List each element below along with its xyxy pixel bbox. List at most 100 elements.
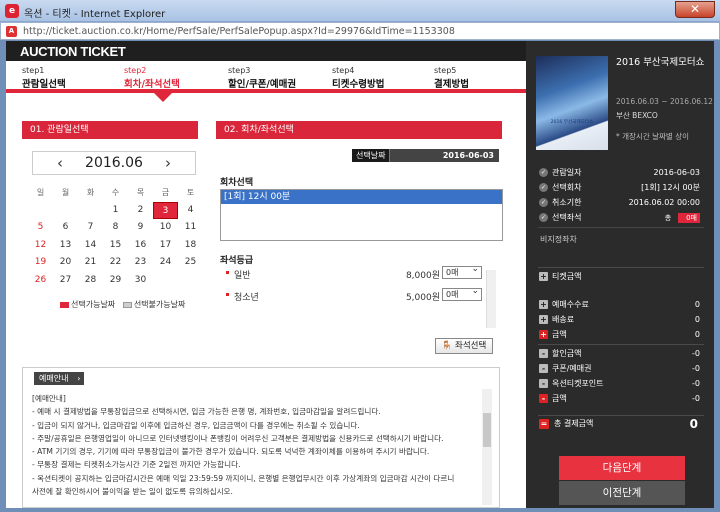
calendar-day[interactable]: 30 bbox=[128, 272, 153, 290]
price-row: + 티켓금액 bbox=[538, 270, 704, 283]
calendar-day[interactable]: 1 bbox=[103, 202, 128, 220]
calendar-day[interactable]: 14 bbox=[78, 237, 103, 255]
notice-tab[interactable]: 예매안내 bbox=[34, 372, 85, 385]
panel-round-header: 02. 회차/좌석선택 bbox=[216, 121, 502, 139]
calendar-month-nav: ‹ 2016.06 › bbox=[32, 151, 196, 175]
selected-date-bar: 선택날짜 2016-06-03 bbox=[352, 149, 499, 162]
calendar-day[interactable]: 23 bbox=[128, 254, 153, 272]
legend-unavailable: 선택불가능날짜 bbox=[133, 300, 186, 309]
step-number: step4 bbox=[332, 66, 355, 75]
step-5[interactable]: step5 결제방법 bbox=[434, 66, 469, 90]
calendar-day[interactable]: 20 bbox=[53, 254, 78, 272]
total-label: 총 결제금액 bbox=[554, 419, 594, 428]
check-circle-icon: ✓ bbox=[539, 183, 548, 192]
calendar-day[interactable]: 16 bbox=[128, 237, 153, 255]
address-bar[interactable]: A http://ticket.auction.co.kr/Home/PerfS… bbox=[0, 22, 720, 40]
grade-price: 8,000원 bbox=[405, 271, 440, 281]
step-number: step1 bbox=[22, 66, 45, 75]
weekday-label: 목 bbox=[136, 188, 145, 197]
calendar-day[interactable]: 13 bbox=[53, 237, 78, 255]
window-title: 옥션 - 티켓 - Internet Explorer bbox=[24, 9, 166, 20]
calendar-day[interactable]: 28 bbox=[78, 272, 103, 290]
round-listbox[interactable]: [1회] 12시 00분 bbox=[220, 189, 503, 241]
panel-date-header: 01. 관람일선택 bbox=[22, 121, 198, 139]
calendar-day[interactable]: 11 bbox=[178, 219, 203, 237]
round-select-title: 회차선택 bbox=[220, 178, 254, 188]
summary-row: ✓ 선택좌석 총 0매 bbox=[538, 211, 704, 224]
calendar-day[interactable]: 5 bbox=[28, 219, 53, 237]
calendar-day[interactable]: 17 bbox=[153, 237, 178, 255]
show-title: 2016 부산국제모터쇼 bbox=[616, 57, 705, 68]
calendar-day[interactable]: 19 bbox=[28, 254, 53, 272]
step-2[interactable]: step2 회차/좌석선택 bbox=[124, 66, 180, 90]
plus-icon: + bbox=[539, 300, 548, 309]
step-4[interactable]: step4 티켓수령방법 bbox=[332, 66, 384, 90]
bullet-icon bbox=[226, 293, 229, 296]
prev-step-button[interactable]: 이전단계 bbox=[559, 481, 685, 505]
bullet-icon bbox=[226, 271, 229, 274]
scroll-thumb[interactable] bbox=[483, 413, 491, 447]
calendar-day[interactable]: 4 bbox=[178, 202, 203, 220]
next-month-button[interactable]: › bbox=[165, 152, 171, 174]
calendar-day[interactable]: 29 bbox=[103, 272, 128, 290]
price-value: 0 bbox=[694, 330, 700, 339]
calendar-day-selected[interactable]: 3 bbox=[153, 201, 178, 219]
weekday-label: 화 bbox=[86, 188, 95, 197]
price-row: + 예매수수료 0 bbox=[538, 298, 704, 311]
calendar-legend: 선택가능날짜 선택불가능날짜 bbox=[60, 299, 185, 310]
price-value: 0 bbox=[694, 315, 700, 324]
calendar-day[interactable]: 22 bbox=[103, 254, 128, 272]
close-window-button[interactable]: ✕ bbox=[675, 1, 715, 18]
calendar-day[interactable]: 21 bbox=[78, 254, 103, 272]
prev-month-button[interactable]: ‹ bbox=[57, 152, 63, 174]
notice-text: [예매안내] - 예매 시 결제방법을 무통장입금으로 선택하시면, 입금 가능… bbox=[32, 392, 482, 498]
round-option[interactable]: [1회] 12시 00분 bbox=[221, 190, 502, 204]
calendar-day[interactable]: 8 bbox=[103, 219, 128, 237]
calendar-month: 2016.06 bbox=[85, 155, 143, 171]
calendar-day bbox=[53, 202, 78, 220]
calendar-week-row: 12 13 14 15 16 17 18 bbox=[28, 237, 203, 255]
poster-text: 2016 부산국제모터쇼 bbox=[550, 120, 594, 125]
grade-qty-select[interactable]: 0매 bbox=[442, 286, 482, 301]
price-row: - 쿠폰/예매권 -0 bbox=[538, 362, 704, 375]
divider bbox=[538, 267, 704, 268]
calendar-day[interactable]: 6 bbox=[53, 219, 78, 237]
calendar-day bbox=[78, 202, 103, 220]
notice-line: 사전에 잘 확인하시어 불이익을 받는 일이 없도록 유의하십시오. bbox=[32, 487, 233, 497]
ticket-popup: AUCTION TICKET step1 관람일선택 step2 회차/좌석선택… bbox=[6, 41, 714, 508]
calendar-day[interactable]: 27 bbox=[53, 272, 78, 290]
next-step-button[interactable]: 다음단계 bbox=[559, 456, 685, 480]
seat-count-toggle[interactable]: 총 0매 bbox=[658, 213, 700, 223]
seat-select-button[interactable]: 🪑 좌석선택 bbox=[435, 338, 493, 354]
summary-label: 취소기한 bbox=[552, 198, 582, 207]
auction-ticket-logo: AUCTION TICKET bbox=[20, 44, 126, 59]
calendar-day[interactable]: 26 bbox=[28, 272, 53, 290]
summary-value: 2016.06.02 00:00 bbox=[628, 198, 700, 207]
toggle-on-label: 0매 bbox=[686, 214, 697, 222]
notice-line: - 옥션티켓이 공지하는 입금마감시간은 예매 익일 23:59:59 까지이니… bbox=[32, 473, 455, 483]
weekday-label: 수 bbox=[111, 188, 120, 197]
equals-icon: = bbox=[539, 419, 549, 429]
window-titlebar: e 옥션 - 티켓 - Internet Explorer ✕ bbox=[0, 0, 720, 22]
summary-label: 선택회차 bbox=[552, 183, 582, 192]
calendar-day[interactable]: 18 bbox=[178, 237, 203, 255]
step-number: step2 bbox=[124, 66, 147, 75]
grade-scrollbar[interactable] bbox=[486, 270, 496, 328]
price-value: -0 bbox=[692, 379, 700, 388]
calendar-day[interactable]: 10 bbox=[153, 219, 178, 237]
weekday-label: 일 bbox=[36, 188, 45, 197]
calendar-day[interactable]: 12 bbox=[28, 237, 53, 255]
step-3[interactable]: step3 할인/쿠폰/예매권 bbox=[228, 66, 296, 90]
step-1[interactable]: step1 관람일선택 bbox=[22, 66, 66, 90]
grade-qty-select[interactable]: 0매 bbox=[442, 264, 482, 279]
calendar-day[interactable]: 9 bbox=[128, 219, 153, 237]
calendar-day[interactable]: 7 bbox=[78, 219, 103, 237]
calendar-day[interactable]: 24 bbox=[153, 254, 178, 272]
address-url: http://ticket.auction.co.kr/Home/PerfSal… bbox=[23, 26, 455, 37]
notice-scrollbar[interactable] bbox=[482, 389, 492, 505]
calendar-day[interactable]: 2 bbox=[128, 202, 153, 220]
calendar-day[interactable]: 15 bbox=[103, 237, 128, 255]
price-label: 할인금액 bbox=[552, 349, 582, 358]
notice-line: - 입금이 되지 않거나, 입금마감일 이후에 입금하신 경우, 입금금액이 다… bbox=[32, 420, 360, 430]
calendar-day[interactable]: 25 bbox=[178, 254, 203, 272]
